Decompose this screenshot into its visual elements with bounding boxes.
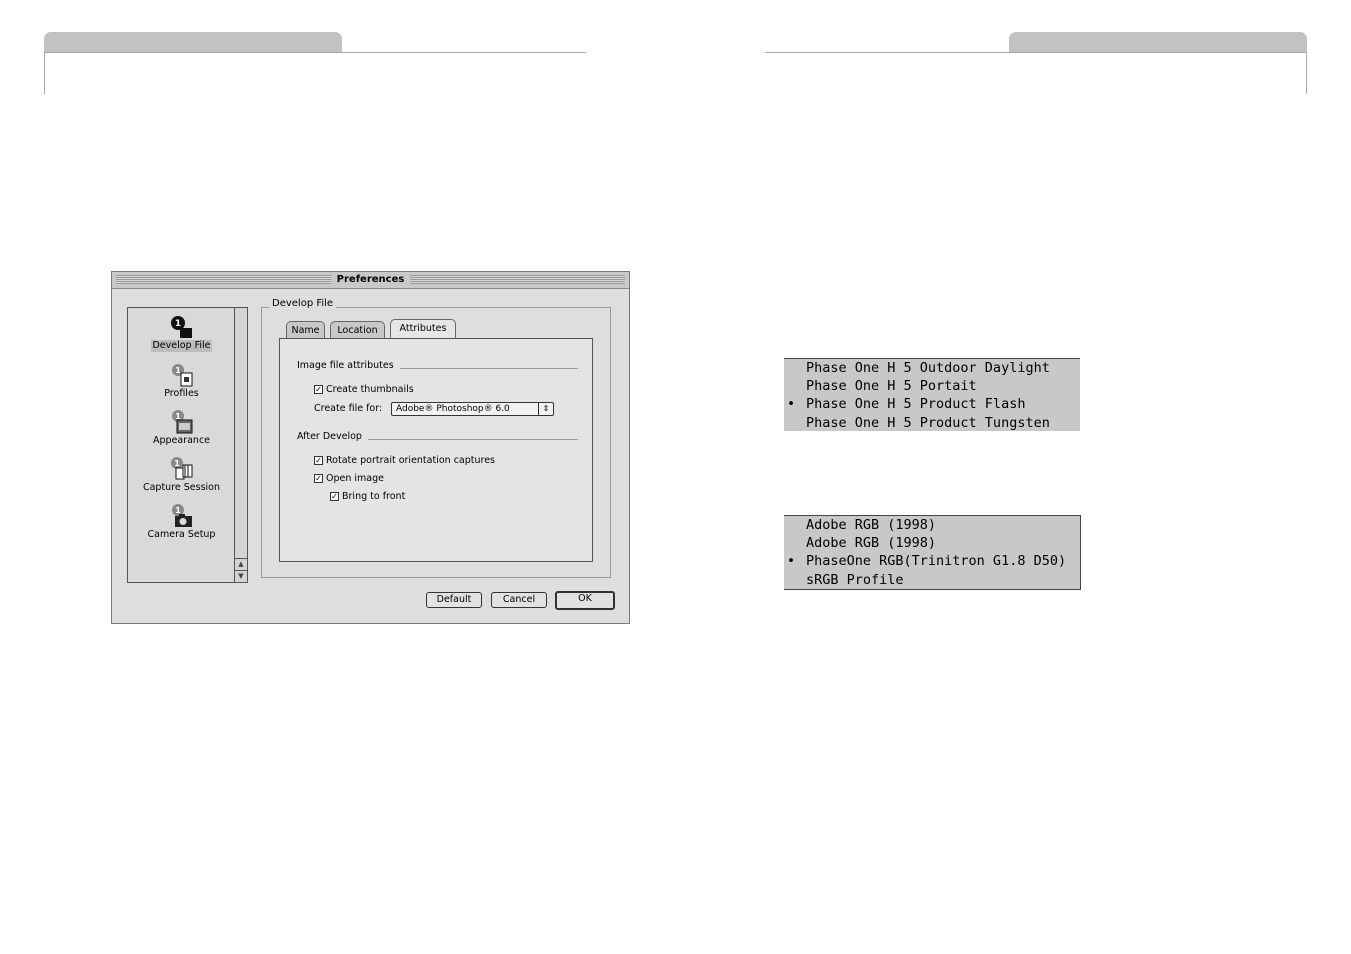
default-button-label: Default	[436, 594, 472, 605]
cancel-button[interactable]: Cancel	[491, 592, 547, 608]
ok-button-label: OK	[578, 593, 592, 604]
menu-item[interactable]: Phase One H 5 Product Tungsten	[784, 414, 1080, 432]
rgb-profile-menu: Adobe RGB (1998) Adobe RGB (1998) • Phase…	[784, 515, 1081, 590]
sidebar-item-label: Capture Session	[142, 482, 221, 493]
svg-text:1: 1	[174, 459, 180, 468]
left-page-edge-rule	[44, 52, 45, 94]
sidebar-item-label: Camera Setup	[147, 529, 216, 540]
sidebar-item-label: Profiles	[164, 388, 199, 399]
profiles-icon: 1	[171, 364, 192, 387]
menu-item[interactable]: Adobe RGB (1998)	[784, 534, 1080, 552]
sidebar-item-camera-setup[interactable]: 1 Camera Setup	[128, 503, 235, 541]
appearance-icon: 1	[171, 410, 192, 434]
open-image-row[interactable]: ✓ Open image	[314, 473, 384, 484]
left-page-header-rule	[44, 52, 586, 53]
tab-label: Attributes	[399, 323, 447, 334]
preferences-sidebar: 1 Develop File 1 Profiles 1 Appearance 1	[127, 307, 248, 583]
open-image-checkbox[interactable]: ✓	[314, 474, 323, 483]
section-divider	[400, 368, 578, 369]
menu-item-label: Adobe RGB (1998)	[806, 517, 937, 533]
right-page-header-rule	[765, 52, 1307, 53]
after-develop-heading: After Develop	[297, 431, 362, 442]
rotate-portrait-row[interactable]: ✓ Rotate portrait orientation captures	[314, 455, 495, 466]
svg-text:1: 1	[174, 319, 180, 329]
sidebar-item-label: Appearance	[152, 435, 211, 446]
create-thumbnails-checkbox[interactable]: ✓	[314, 385, 323, 394]
right-page-edge-rule	[1306, 52, 1307, 94]
develop-file-icon: 1	[170, 316, 192, 338]
menu-item[interactable]: • PhaseOne RGB(Trinitron G1.8 D50)	[784, 552, 1080, 570]
capture-session-icon: 1	[170, 457, 192, 480]
tab-attributes[interactable]: Attributes	[390, 319, 456, 338]
sidebar-item-develop-file[interactable]: 1 Develop File	[128, 314, 235, 352]
bring-to-front-label: Bring to front	[342, 491, 406, 502]
svg-text:1: 1	[175, 506, 181, 515]
attributes-tab-panel	[279, 338, 593, 562]
create-thumbnails-row[interactable]: ✓ Create thumbnails	[314, 384, 414, 395]
tab-label: Name	[291, 325, 320, 336]
bring-to-front-row[interactable]: ✓ Bring to front	[330, 491, 405, 502]
develop-file-group-label: Develop File	[269, 298, 337, 309]
menu-item[interactable]: sRGB Profile	[784, 571, 1080, 589]
dialog-titlebar[interactable]: Preferences	[112, 272, 629, 289]
selected-mark: •	[787, 396, 796, 413]
sidebar-item-profiles[interactable]: 1 Profiles	[128, 362, 235, 400]
menu-item-label: PhaseOne RGB(Trinitron G1.8 D50)	[806, 553, 1067, 570]
tab-location[interactable]: Location	[330, 321, 385, 338]
scroll-up-button[interactable]: ▲	[235, 558, 247, 570]
section-divider	[368, 439, 578, 440]
camera-setup-icon: 1	[171, 504, 192, 527]
sidebar-item-appearance[interactable]: 1 Appearance	[128, 409, 235, 447]
create-file-for-label: Create file for:	[314, 403, 383, 414]
menu-item[interactable]: Phase One H 5 Outdoor Daylight	[784, 359, 1080, 377]
scroll-down-button[interactable]: ▼	[235, 570, 247, 582]
rotate-portrait-checkbox[interactable]: ✓	[314, 456, 323, 465]
image-file-attributes-heading: Image file attributes	[297, 360, 394, 371]
right-page-header-tab	[1009, 32, 1307, 53]
camera-profile-menu: Phase One H 5 Outdoor Daylight Phase One…	[784, 358, 1080, 431]
sidebar-item-capture-session[interactable]: 1 Capture Session	[128, 456, 235, 494]
svg-text:1: 1	[175, 366, 181, 375]
menu-item[interactable]: Phase One H 5 Portait	[784, 377, 1080, 395]
sidebar-item-label: Develop File	[151, 340, 212, 352]
menu-item-label: Phase One H 5 Outdoor Daylight	[806, 360, 1050, 376]
menu-item-label: Phase One H 5 Portait	[806, 378, 977, 395]
updown-arrow-icon: ⇕	[538, 403, 553, 415]
menu-item-label: sRGB Profile	[806, 571, 904, 588]
tab-name[interactable]: Name	[286, 321, 325, 338]
rotate-portrait-label: Rotate portrait orientation captures	[326, 455, 496, 466]
menu-item-label: Phase One H 5 Product Tungsten	[806, 414, 1050, 431]
menu-item[interactable]: Adobe RGB (1998)	[784, 516, 1080, 534]
create-thumbnails-label: Create thumbnails	[326, 384, 414, 395]
menu-item[interactable]: • Phase One H 5 Product Flash	[784, 395, 1080, 413]
ok-button[interactable]: OK	[555, 591, 615, 610]
sidebar-scrollbar[interactable]: ▲ ▼	[234, 308, 247, 582]
left-page-header-tab	[44, 32, 342, 53]
menu-item-label: Adobe RGB (1998)	[806, 535, 937, 552]
dialog-title: Preferences	[330, 273, 411, 287]
tab-label: Location	[337, 325, 378, 336]
create-file-for-select[interactable]: Adobe® Photoshop® 6.0 ⇕	[391, 402, 554, 416]
selected-mark: •	[787, 553, 796, 570]
cancel-button-label: Cancel	[502, 594, 536, 605]
open-image-label: Open image	[326, 473, 384, 484]
bring-to-front-checkbox[interactable]: ✓	[330, 492, 339, 501]
create-file-for-value: Adobe® Photoshop® 6.0	[396, 404, 510, 414]
default-button[interactable]: Default	[426, 592, 482, 608]
menu-item-label: Phase One H 5 Product Flash	[806, 396, 1026, 413]
preferences-dialog: Preferences 1 Develop File 1 Profiles 1 …	[111, 271, 630, 624]
